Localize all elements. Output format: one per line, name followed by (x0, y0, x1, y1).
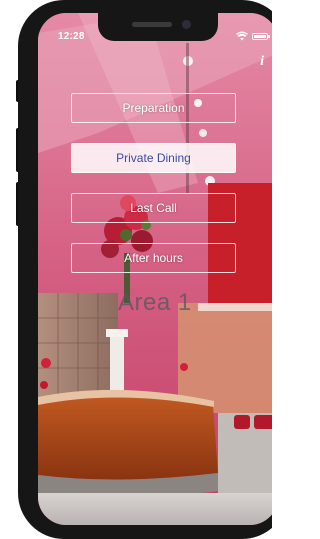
menu-button-private-dining[interactable]: Private Dining (71, 143, 236, 173)
menu-button-last-call[interactable]: Last Call (71, 193, 236, 223)
status-bar-time: 12:28 (58, 31, 85, 42)
area-label: Area 1 (118, 289, 192, 316)
front-camera (182, 20, 191, 29)
battery-icon (252, 32, 270, 40)
menu-button-after-hours[interactable]: After hours (71, 243, 236, 273)
scene-menu: Preparation Private Dining Last Call Aft… (71, 93, 236, 293)
speaker-grille (132, 22, 172, 27)
phone-screen: 12:28 i Preparation Private Dining Last … (38, 13, 272, 525)
camera-notch (98, 13, 218, 41)
info-icon[interactable]: i (260, 55, 264, 69)
status-bar-icons (236, 31, 270, 41)
wifi-icon (236, 31, 248, 41)
screenshot-stage: 12:28 i Preparation Private Dining Last … (0, 0, 272, 539)
menu-button-preparation[interactable]: Preparation (71, 93, 236, 123)
